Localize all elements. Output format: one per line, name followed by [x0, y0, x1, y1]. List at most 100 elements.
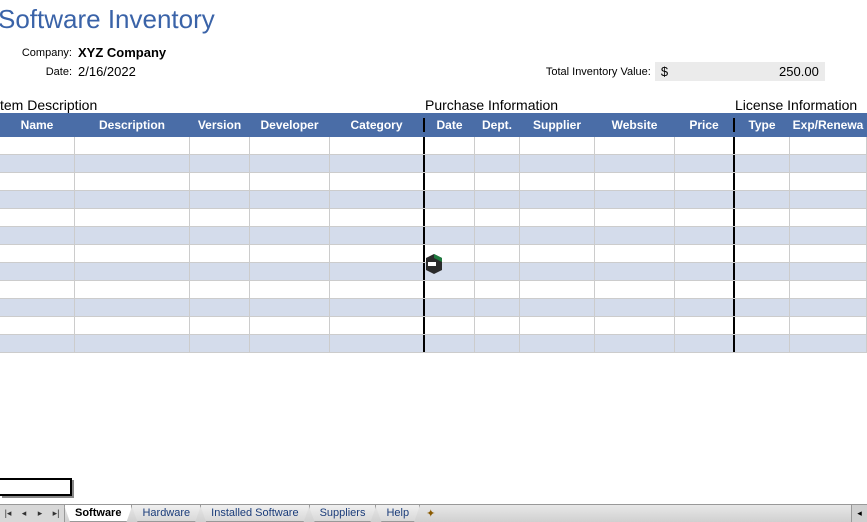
table-cell[interactable]	[520, 155, 595, 172]
table-cell[interactable]	[425, 335, 475, 352]
table-cell[interactable]	[475, 317, 520, 334]
table-cell[interactable]	[190, 227, 250, 244]
table-cell[interactable]	[735, 263, 790, 280]
table-cell[interactable]	[0, 155, 75, 172]
table-cell[interactable]	[735, 227, 790, 244]
table-cell[interactable]	[425, 155, 475, 172]
table-cell[interactable]	[475, 209, 520, 226]
table-cell[interactable]	[190, 137, 250, 154]
table-cell[interactable]	[595, 227, 675, 244]
table-cell[interactable]	[330, 209, 425, 226]
table-cell[interactable]	[330, 173, 425, 190]
table-cell[interactable]	[520, 299, 595, 316]
table-cell[interactable]	[790, 299, 867, 316]
table-cell[interactable]	[475, 299, 520, 316]
table-cell[interactable]	[735, 299, 790, 316]
table-cell[interactable]	[0, 173, 75, 190]
table-cell[interactable]	[595, 263, 675, 280]
table-cell[interactable]	[250, 335, 330, 352]
table-cell[interactable]	[520, 191, 595, 208]
table-cell[interactable]	[595, 281, 675, 298]
table-cell[interactable]	[520, 245, 595, 262]
table-cell[interactable]	[475, 137, 520, 154]
table-cell[interactable]	[425, 263, 475, 280]
table-cell[interactable]	[250, 155, 330, 172]
table-cell[interactable]	[75, 245, 190, 262]
table-cell[interactable]	[595, 317, 675, 334]
table-cell[interactable]	[595, 335, 675, 352]
table-cell[interactable]	[250, 137, 330, 154]
table-row[interactable]	[0, 263, 867, 281]
table-cell[interactable]	[735, 245, 790, 262]
table-cell[interactable]	[675, 281, 735, 298]
table-cell[interactable]	[330, 245, 425, 262]
tab-hardware[interactable]: Hardware	[131, 505, 201, 522]
col-date[interactable]: Date	[425, 118, 475, 132]
table-cell[interactable]	[425, 299, 475, 316]
table-cell[interactable]	[675, 317, 735, 334]
table-cell[interactable]	[425, 191, 475, 208]
table-cell[interactable]	[595, 137, 675, 154]
table-cell[interactable]	[250, 227, 330, 244]
table-cell[interactable]	[0, 299, 75, 316]
table-cell[interactable]	[790, 155, 867, 172]
table-cell[interactable]	[790, 263, 867, 280]
table-cell[interactable]	[75, 173, 190, 190]
table-cell[interactable]	[75, 227, 190, 244]
selected-cell[interactable]	[0, 478, 72, 496]
table-cell[interactable]	[595, 155, 675, 172]
col-type[interactable]: Type	[735, 118, 790, 132]
table-cell[interactable]	[475, 263, 520, 280]
table-cell[interactable]	[790, 281, 867, 298]
table-cell[interactable]	[190, 209, 250, 226]
table-cell[interactable]	[425, 317, 475, 334]
table-cell[interactable]	[190, 299, 250, 316]
table-cell[interactable]	[675, 245, 735, 262]
table-cell[interactable]	[0, 137, 75, 154]
table-cell[interactable]	[190, 281, 250, 298]
table-cell[interactable]	[425, 173, 475, 190]
table-cell[interactable]	[595, 245, 675, 262]
table-cell[interactable]	[0, 245, 75, 262]
table-cell[interactable]	[330, 263, 425, 280]
col-dept[interactable]: Dept.	[475, 118, 520, 132]
table-cell[interactable]	[190, 317, 250, 334]
table-cell[interactable]	[330, 137, 425, 154]
table-cell[interactable]	[675, 155, 735, 172]
table-cell[interactable]	[475, 245, 520, 262]
table-cell[interactable]	[0, 263, 75, 280]
col-developer[interactable]: Developer	[250, 118, 330, 132]
table-cell[interactable]	[330, 335, 425, 352]
table-cell[interactable]	[475, 173, 520, 190]
table-cell[interactable]	[425, 281, 475, 298]
table-cell[interactable]	[0, 209, 75, 226]
table-cell[interactable]	[0, 281, 75, 298]
table-cell[interactable]	[75, 281, 190, 298]
table-cell[interactable]	[675, 191, 735, 208]
table-cell[interactable]	[790, 227, 867, 244]
table-cell[interactable]	[250, 245, 330, 262]
table-row[interactable]	[0, 191, 867, 209]
table-cell[interactable]	[75, 317, 190, 334]
table-cell[interactable]	[675, 209, 735, 226]
col-supplier[interactable]: Supplier	[520, 118, 595, 132]
table-cell[interactable]	[250, 281, 330, 298]
table-cell[interactable]	[330, 317, 425, 334]
table-cell[interactable]	[595, 191, 675, 208]
table-row[interactable]	[0, 137, 867, 155]
table-cell[interactable]	[790, 137, 867, 154]
table-row[interactable]	[0, 155, 867, 173]
table-cell[interactable]	[675, 263, 735, 280]
tab-suppliers[interactable]: Suppliers	[309, 505, 377, 522]
table-cell[interactable]	[250, 299, 330, 316]
table-cell[interactable]	[0, 335, 75, 352]
table-cell[interactable]	[75, 155, 190, 172]
table-cell[interactable]	[520, 317, 595, 334]
table-cell[interactable]	[735, 191, 790, 208]
table-row[interactable]	[0, 335, 867, 353]
table-cell[interactable]	[595, 173, 675, 190]
tab-software[interactable]: Software	[64, 505, 132, 522]
tab-nav-first-icon[interactable]: |◂	[0, 508, 16, 519]
col-website[interactable]: Website	[595, 118, 675, 132]
table-cell[interactable]	[595, 209, 675, 226]
